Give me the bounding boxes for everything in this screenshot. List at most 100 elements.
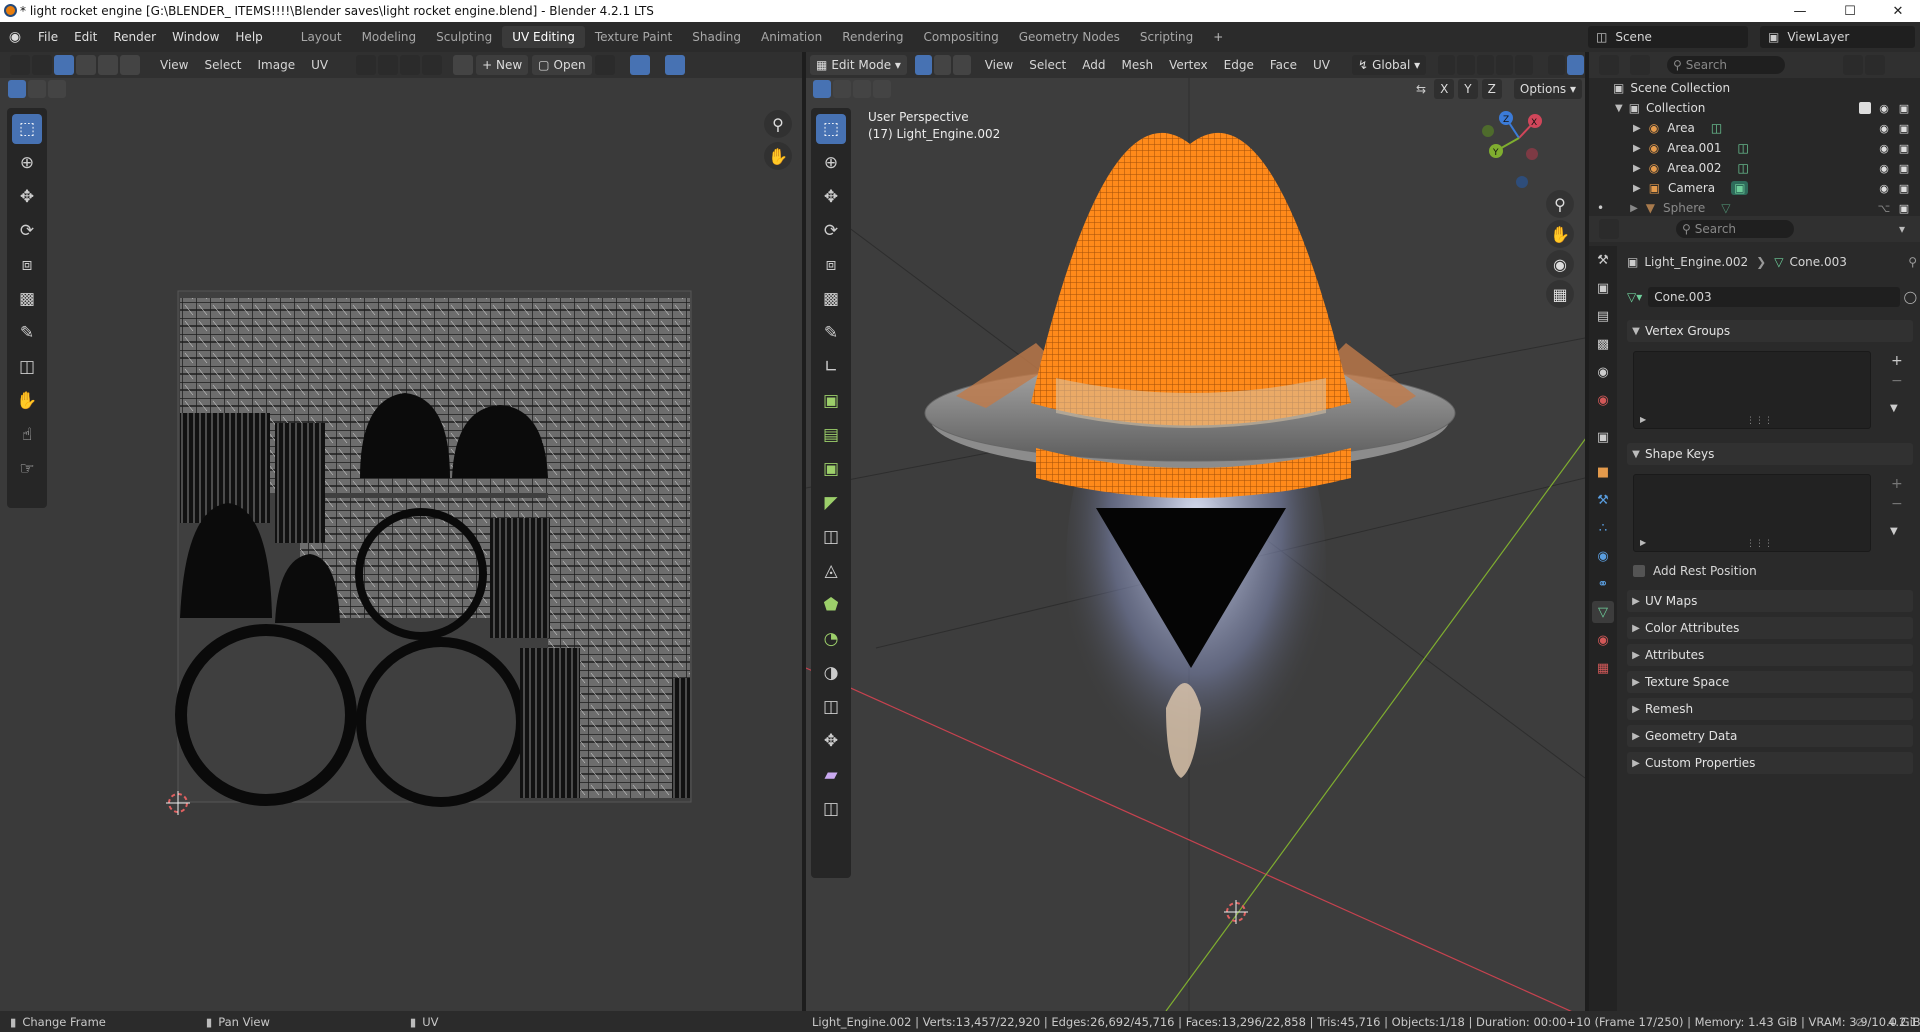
tab-uv-editing[interactable]: UV Editing — [502, 26, 585, 48]
open-image-button[interactable]: ▢ Open — [532, 55, 592, 75]
mirror-x-toggle[interactable]: X — [1434, 79, 1455, 99]
mirror-y-toggle[interactable]: Y — [1458, 79, 1478, 99]
proportional-edit-icon[interactable] — [400, 55, 421, 75]
editor-type-icon[interactable] — [10, 55, 30, 75]
vp-scale-tool-icon[interactable]: ⧈ — [816, 250, 846, 280]
list-resize-icon[interactable]: ⋮⋮⋮ — [1746, 539, 1773, 549]
measure-tool-icon[interactable]: ∟ — [816, 352, 846, 382]
annotate-tool-icon[interactable]: ✎ — [12, 318, 42, 348]
vp-select-new-icon[interactable] — [813, 80, 831, 98]
pin-icon[interactable] — [594, 55, 615, 75]
filter-icon[interactable] — [1843, 55, 1863, 75]
minimize-button[interactable]: — — [1780, 0, 1820, 22]
menu-file[interactable]: File — [30, 30, 66, 44]
expand-icon[interactable]: ▶ — [1630, 203, 1638, 214]
3d-viewport[interactable]: X Z Y ⇆ X Y Z Options ▾ User Perspective… — [806, 78, 1585, 1011]
blender-menu-icon[interactable]: ◉ — [0, 29, 30, 45]
tab-animation[interactable]: Animation — [751, 26, 832, 48]
modifier-tab-icon[interactable]: ⚒ — [1592, 489, 1614, 511]
properties-editor-type-icon[interactable] — [1599, 219, 1619, 239]
properties-options-icon[interactable]: ▾ — [1899, 222, 1905, 236]
outliner-item[interactable]: • ▶ ▼ Sphere ▽ ⌥ ▣ — [1589, 198, 1920, 218]
render-icon[interactable]: ▣ — [1897, 122, 1911, 135]
render-icon[interactable]: ▣ — [1897, 182, 1911, 195]
tab-shading[interactable]: Shading — [682, 26, 751, 48]
new-image-button[interactable]: + New — [476, 55, 529, 75]
color-attributes-panel-header[interactable]: ▶ Color Attributes — [1627, 617, 1913, 639]
properties-search[interactable]: ⚲ Search — [1676, 220, 1794, 238]
menu-render[interactable]: Render — [105, 30, 164, 44]
remove-shape-key-icon[interactable]: − — [1891, 496, 1903, 512]
render-icon[interactable]: ▣ — [1897, 202, 1911, 215]
grab-tool-icon[interactable]: ✋ — [12, 386, 42, 416]
uv-menu-image[interactable]: Image — [250, 58, 304, 72]
expand-icon[interactable]: ▶ — [1633, 143, 1641, 154]
add-shape-key-icon[interactable]: + — [1891, 476, 1903, 492]
particles-tab-icon[interactable]: ∴ — [1592, 517, 1614, 539]
list-expand-icon[interactable]: ▶ — [1640, 538, 1646, 547]
zoom-view-icon[interactable]: ⚲ — [764, 110, 792, 138]
spin-tool-icon[interactable]: ◔ — [816, 624, 846, 654]
maximize-button[interactable]: ☐ — [1830, 0, 1870, 22]
vp-menu-view[interactable]: View — [977, 58, 1021, 72]
transform-tool-icon[interactable]: ▩ — [12, 284, 42, 314]
close-button[interactable]: ✕ — [1878, 0, 1918, 22]
vp-pan-icon[interactable]: ✋ — [1546, 220, 1574, 248]
ortho-toggle-icon[interactable]: ▦ — [1546, 280, 1574, 308]
add-cube-tool-icon[interactable]: ▣ — [816, 386, 846, 416]
uv-menu-select[interactable]: Select — [196, 58, 249, 72]
snap-icon[interactable] — [378, 55, 399, 75]
output-tab-icon[interactable]: ▤ — [1592, 305, 1614, 327]
vp-select-extend-icon[interactable] — [833, 80, 851, 98]
uv-menu-view[interactable]: View — [152, 58, 196, 72]
world-tab-icon[interactable]: ◉ — [1592, 389, 1614, 411]
hidden-visibility-icon[interactable]: ⌥ — [1877, 202, 1891, 215]
material-tab-icon[interactable]: ◉ — [1592, 629, 1614, 651]
uv-maps-panel-header[interactable]: ▶ UV Maps — [1627, 590, 1913, 612]
expand-icon[interactable]: ▶ — [1633, 163, 1641, 174]
pivot-point-icon[interactable] — [1438, 55, 1456, 75]
new-collection-icon[interactable] — [1865, 55, 1885, 75]
view-layer-tab-icon[interactable]: ▩ — [1592, 333, 1614, 355]
visibility-icon[interactable]: ◉ — [1877, 162, 1891, 175]
collection-render-icon[interactable]: ▣ — [1897, 102, 1911, 115]
expand-icon[interactable]: ▶ — [1633, 123, 1641, 134]
tab-scripting[interactable]: Scripting — [1130, 26, 1203, 48]
attributes-panel-header[interactable]: ▶ Attributes — [1627, 644, 1913, 666]
visibility-icon[interactable]: ◉ — [1877, 122, 1891, 135]
scale-tool-icon[interactable]: ⧈ — [12, 250, 42, 280]
vp-select-invert-icon[interactable] — [873, 80, 891, 98]
menu-edit[interactable]: Edit — [66, 30, 105, 44]
display-mode-icon[interactable] — [1630, 55, 1650, 75]
geometry-data-panel-header[interactable]: ▶ Geometry Data — [1627, 725, 1913, 747]
pinch-tool-icon[interactable]: ☞ — [12, 454, 42, 484]
custom-properties-panel-header[interactable]: ▶ Custom Properties — [1627, 752, 1913, 774]
outliner-item[interactable]: ▶ ◉ Area ◫ ◉ ▣ — [1589, 118, 1920, 138]
tab-sculpting[interactable]: Sculpting — [426, 26, 502, 48]
vertex-group-specials-icon[interactable]: ▼ — [1890, 403, 1898, 414]
proportional-icon[interactable] — [1495, 55, 1514, 75]
move-tool-icon[interactable]: ✥ — [12, 182, 42, 212]
vp-menu-mesh[interactable]: Mesh — [1113, 58, 1161, 72]
camera-view-icon[interactable]: ◉ — [1546, 250, 1574, 278]
collection-expand-icon[interactable]: ▼ — [1615, 103, 1623, 114]
uv-canvas[interactable] — [0, 78, 802, 1011]
island-select-icon[interactable] — [120, 55, 140, 75]
vp-cursor-tool-icon[interactable]: ⊕ — [816, 148, 846, 178]
vertex-groups-panel-header[interactable]: ▼ Vertex Groups — [1627, 320, 1913, 342]
select-mode-subtract-icon[interactable] — [48, 80, 66, 98]
vertex-mode-icon[interactable] — [914, 55, 933, 75]
sync-selection-icon[interactable] — [32, 55, 52, 75]
vp-rotate-tool-icon[interactable]: ⟳ — [816, 216, 846, 246]
vp-transform-tool-icon[interactable]: ▩ — [816, 284, 846, 314]
remesh-panel-header[interactable]: ▶ Remesh — [1627, 698, 1913, 720]
visibility-icon[interactable]: ◉ — [1877, 182, 1891, 195]
tab-modeling[interactable]: Modeling — [352, 26, 427, 48]
knife-tool-icon[interactable]: ◬ — [816, 556, 846, 586]
uv-menu-uv[interactable]: UV — [303, 58, 336, 72]
tab-rendering[interactable]: Rendering — [832, 26, 913, 48]
render-tab-icon[interactable]: ▣ — [1592, 277, 1614, 299]
uv-editor[interactable]: ⬚ ⊕ ✥ ⟳ ⧈ ▩ ✎ ◫ ✋ ☝ ☞ ⚲ ✋ — [0, 78, 802, 1011]
face-mode-icon[interactable] — [953, 55, 971, 75]
tab-compositing[interactable]: Compositing — [913, 26, 1008, 48]
